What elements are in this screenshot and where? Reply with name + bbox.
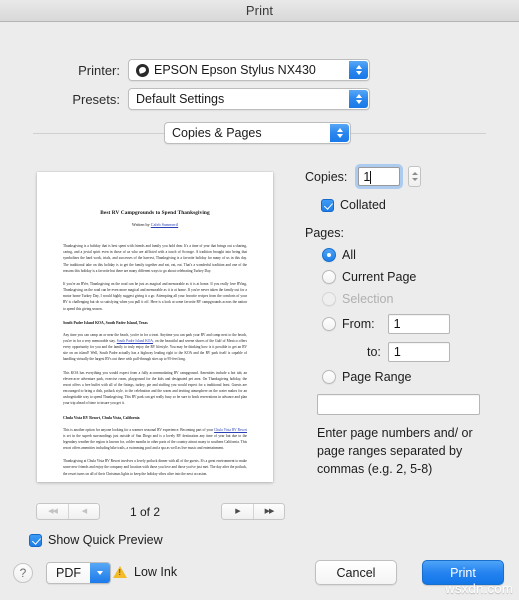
pages-to-label: to:	[367, 345, 381, 359]
warning-triangle-icon	[113, 566, 127, 578]
print-pane-value: Copies & Pages	[172, 126, 262, 140]
radio-selected-icon	[322, 248, 336, 262]
pages-option-current-page-label: Current Page	[342, 270, 417, 284]
document-heading: Chula Vista RV Resort, Chula Vista, Cali…	[63, 415, 140, 420]
pages-option-current-page[interactable]: Current Page	[322, 270, 505, 284]
byline-prefix: Written by	[131, 222, 151, 227]
copies-stepper[interactable]	[408, 166, 422, 187]
last-page-icon: ▶▶	[264, 508, 275, 515]
collated-checkbox[interactable]: Collated	[321, 198, 505, 212]
document-paragraph: Thanksgiving at Chula Vista RV Resort in…	[63, 459, 247, 476]
chevron-updown-icon	[330, 124, 349, 142]
presets-row: Presets: Default Settings	[56, 88, 370, 110]
preview-nav-forward-group[interactable]: ▶ ▶▶	[221, 503, 285, 520]
radio-icon	[322, 317, 336, 331]
radio-icon	[322, 270, 336, 284]
preview-nav-backward-group[interactable]: ◀◀ ◀	[36, 503, 100, 520]
checkmark-icon	[321, 198, 334, 212]
question-mark-icon: ?	[19, 566, 27, 580]
pages-option-selection-label: Selection	[342, 292, 394, 306]
document-heading: South Padre Island KOA, South Padre Isla…	[63, 320, 148, 325]
copies-and-pages-panel: Copies: 1 Collated Pages: All Current Pa…	[305, 164, 505, 478]
pages-option-all-label: All	[342, 248, 356, 262]
window-title: Print	[245, 3, 274, 18]
last-page-button[interactable]: ▶▶	[253, 504, 284, 519]
dialog-footer: ? PDF Low Ink Cancel Print wsxdn.com	[0, 552, 519, 600]
pages-option-page-range[interactable]: Page Range	[322, 370, 505, 384]
previous-page-button[interactable]: ◀	[68, 504, 99, 519]
first-page-icon: ◀◀	[48, 508, 58, 515]
next-page-button[interactable]: ▶	[222, 504, 253, 519]
document-paragraph: Any time you can camp on or near the bea…	[63, 332, 247, 363]
pages-option-selection: Selection	[322, 292, 505, 306]
print-button[interactable]: Print	[422, 560, 504, 585]
printer-status-icon	[136, 63, 149, 77]
copies-label: Copies:	[305, 169, 348, 184]
document-byline: Written by Caleb Summeril	[63, 222, 247, 227]
page-counter: 1 of 2	[130, 505, 161, 519]
copies-row: Copies: 1	[305, 164, 505, 189]
document-paragraph: This is another option for anyone lookin…	[63, 427, 247, 452]
presets-label: Presets:	[72, 91, 120, 107]
document-title: Best RV Campgrounds to Spend Thanksgivin…	[100, 210, 210, 216]
printer-select-value: EPSON Epson Stylus NX430	[154, 63, 316, 77]
copies-input-focus-ring: 1	[355, 164, 404, 189]
printer-row: Printer: EPSON Epson Stylus NX430	[56, 59, 370, 81]
paragraph-text: This is another option for anyone lookin…	[63, 427, 215, 432]
page-range-help-text: Enter page numbers and/ or page ranges s…	[317, 426, 473, 477]
low-ink-status: Low Ink	[113, 565, 177, 579]
checkmark-icon	[29, 533, 42, 547]
copies-input[interactable]: 1	[358, 167, 401, 186]
pages-label: Pages:	[305, 226, 344, 240]
next-page-icon: ▶	[235, 508, 240, 515]
show-quick-preview-label: Show Quick Preview	[48, 533, 163, 547]
presets-select[interactable]: Default Settings	[128, 88, 370, 110]
cancel-button[interactable]: Cancel	[315, 560, 397, 585]
pages-to-input[interactable]: 1	[387, 342, 450, 362]
inline-link[interactable]: Chula Vista RV Resort	[214, 428, 247, 432]
print-preview-page[interactable]: Best RV Campgrounds to Spend Thanksgivin…	[37, 172, 273, 482]
pages-option-page-range-label: Page Range	[342, 370, 412, 384]
byline-author-link[interactable]: Caleb Summeril	[151, 222, 178, 227]
stepper-up-icon[interactable]	[411, 172, 418, 175]
text-caret	[370, 171, 372, 184]
print-dialog-body: Printer: EPSON Epson Stylus NX430 Preset…	[0, 22, 519, 600]
print-pane-select[interactable]: Copies & Pages	[164, 122, 351, 144]
window-titlebar: Print	[0, 0, 519, 22]
pages-to-row: to: 1	[367, 342, 505, 362]
pages-option-all[interactable]: All	[322, 248, 505, 262]
document-paragraph: Thanksgiving is a holiday that is best s…	[63, 244, 247, 273]
chevron-updown-icon	[349, 90, 368, 108]
pdf-menu-button[interactable]: PDF	[46, 562, 111, 584]
help-button[interactable]: ?	[13, 563, 33, 583]
radio-icon	[322, 370, 336, 384]
document-paragraph: If you're an RVer, Thanksgiving on the r…	[63, 281, 247, 311]
pdf-menu-label: PDF	[47, 563, 90, 583]
page-range-input[interactable]	[317, 394, 480, 415]
stepper-down-icon[interactable]	[411, 178, 418, 181]
pages-option-from[interactable]: From: 1	[322, 314, 505, 334]
collated-label: Collated	[340, 198, 386, 212]
pages-option-from-label: From:	[342, 317, 375, 331]
pages-from-input[interactable]: 1	[387, 314, 450, 334]
presets-select-value: Default Settings	[136, 92, 225, 106]
copies-input-value: 1	[363, 169, 371, 184]
first-page-button[interactable]: ◀◀	[37, 504, 68, 519]
radio-disabled-icon	[322, 292, 336, 306]
low-ink-label: Low Ink	[134, 565, 178, 579]
chevron-updown-icon	[349, 61, 368, 79]
chevron-down-icon[interactable]	[90, 563, 110, 583]
printer-label: Printer:	[78, 62, 120, 78]
previous-page-icon: ◀	[81, 508, 87, 515]
paragraph-text: is set in the superb surroundings just o…	[63, 433, 247, 451]
inline-link[interactable]: South Padre Island KOA	[117, 339, 153, 343]
printer-select[interactable]: EPSON Epson Stylus NX430	[128, 59, 370, 81]
show-quick-preview-checkbox[interactable]: Show Quick Preview	[29, 533, 163, 547]
document-paragraph: This KOA has everything you would expect…	[63, 370, 247, 406]
